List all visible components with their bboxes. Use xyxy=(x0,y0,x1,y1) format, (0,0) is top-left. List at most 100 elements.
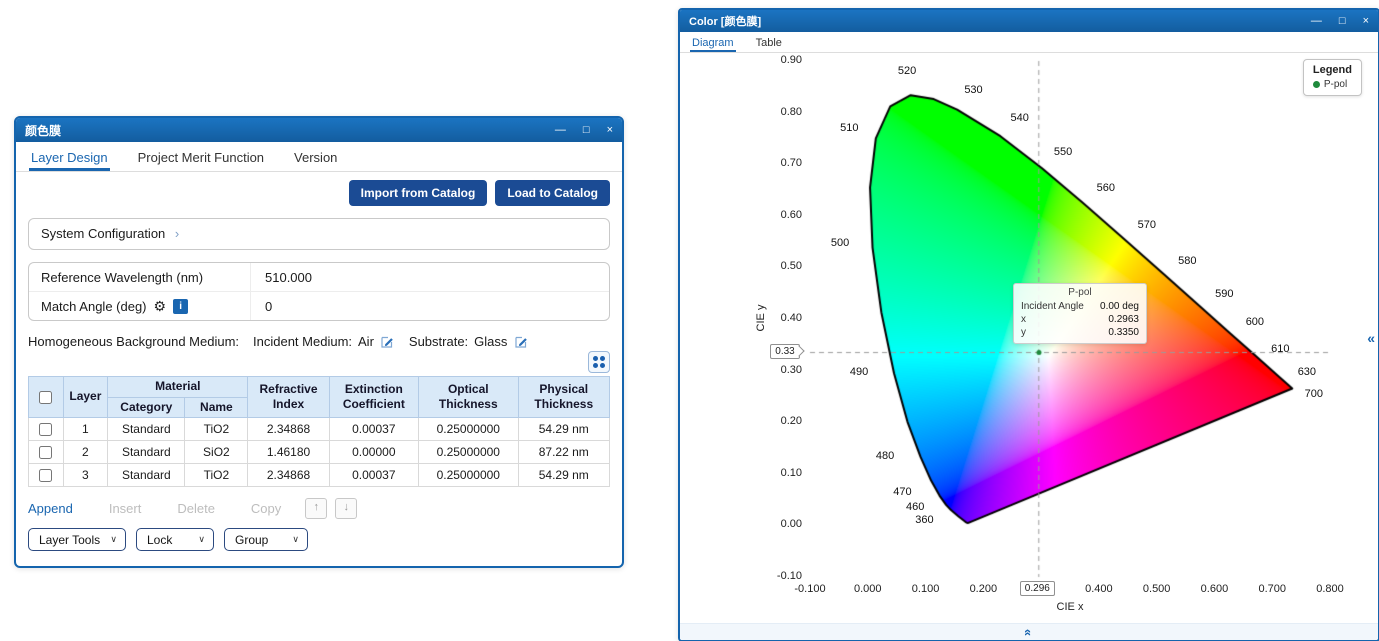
cell-optical-thickness: 0.25000000 xyxy=(419,464,519,487)
row-checkbox-cell xyxy=(29,441,64,464)
wavelength-label: 560 xyxy=(1092,182,1120,194)
layer-table-header: Layer Material Refractive Index Extincti… xyxy=(29,377,610,418)
row-checkbox-cell xyxy=(29,464,64,487)
tab-table[interactable]: Table xyxy=(754,32,784,52)
x-tick-label: 0.800 xyxy=(1308,583,1352,595)
cell-refractive-index: 1.46180 xyxy=(248,441,329,464)
right-window-title: Color [颜色膜] xyxy=(689,13,761,29)
gear-icon[interactable]: ⚙ xyxy=(154,299,167,313)
x-tick-label: 0.700 xyxy=(1250,583,1294,595)
reference-wavelength-label: Reference Wavelength (nm) xyxy=(29,263,251,291)
wavelength-label: 470 xyxy=(888,486,916,498)
table-row: 1StandardTiO22.348680.000370.2500000054.… xyxy=(29,418,610,441)
incident-medium-label: Incident Medium: xyxy=(253,334,352,349)
reference-wavelength-value[interactable]: 510.000 xyxy=(251,270,609,285)
minimize-icon[interactable]: — xyxy=(555,125,566,136)
wavelength-label: 360 xyxy=(910,514,938,526)
y-tick-label: 0.30 xyxy=(764,364,802,376)
wavelength-label: 540 xyxy=(1006,112,1034,124)
cell-category: Standard xyxy=(108,441,185,464)
tooltip-title: P-pol xyxy=(1021,287,1139,298)
append-button[interactable]: Append xyxy=(28,501,73,516)
x-crosshair-box[interactable]: 0.296 xyxy=(1020,581,1055,596)
cell-refractive-index: 2.34868 xyxy=(248,464,329,487)
table-display-options-icon[interactable] xyxy=(588,351,610,373)
y-tick-label: 0.80 xyxy=(764,106,802,118)
row-checkbox[interactable] xyxy=(39,423,52,436)
import-from-catalog-button[interactable]: Import from Catalog xyxy=(349,180,488,206)
incident-medium-value: Air xyxy=(358,334,374,349)
system-configuration-label: System Configuration xyxy=(41,226,165,241)
layer-tools-dropdown[interactable]: Layer Tools ∨ xyxy=(28,528,126,551)
y-crosshair-box[interactable]: 0.33 xyxy=(770,344,800,359)
x-tick-label: 0.000 xyxy=(846,583,890,595)
move-down-icon[interactable]: ↓ xyxy=(335,498,357,519)
right-tab-bar: Diagram Table xyxy=(680,32,1378,53)
tab-layer-design[interactable]: Layer Design xyxy=(29,142,110,171)
cell-layer: 3 xyxy=(63,464,108,487)
chevron-down-icon: ∨ xyxy=(198,534,205,545)
x-tick-label: -0.100 xyxy=(788,583,832,595)
minimize-icon[interactable]: — xyxy=(1311,16,1322,27)
wavelength-label: 520 xyxy=(893,65,921,77)
cell-physical-thickness: 54.29 nm xyxy=(518,464,609,487)
move-up-icon[interactable]: ↑ xyxy=(305,498,327,519)
group-dropdown[interactable]: Group ∨ xyxy=(224,528,308,551)
edit-incident-medium-icon[interactable] xyxy=(380,334,395,349)
wavelength-label: 510 xyxy=(835,122,863,134)
tab-diagram[interactable]: Diagram xyxy=(690,32,736,52)
tab-version[interactable]: Version xyxy=(292,142,339,171)
row-checkbox[interactable] xyxy=(39,469,52,482)
maximize-icon[interactable]: □ xyxy=(583,125,590,136)
wavelength-label: 480 xyxy=(871,450,899,462)
wavelength-label: 550 xyxy=(1049,146,1077,158)
tooltip-value: 0.2963 xyxy=(1108,313,1139,326)
match-angle-label-text: Match Angle (deg) xyxy=(41,299,147,314)
load-to-catalog-button[interactable]: Load to Catalog xyxy=(495,180,610,206)
insert-button[interactable]: Insert xyxy=(109,501,142,516)
match-angle-value[interactable]: 0 xyxy=(251,299,609,314)
row-checkbox[interactable] xyxy=(39,446,52,459)
header-optical-thickness: Optical Thickness xyxy=(419,377,519,418)
y-tick-label: 0.00 xyxy=(764,518,802,530)
select-all-checkbox[interactable] xyxy=(39,391,52,404)
copy-button[interactable]: Copy xyxy=(251,501,281,516)
maximize-icon[interactable]: □ xyxy=(1339,16,1346,27)
edit-substrate-icon[interactable] xyxy=(513,334,528,349)
collapse-panel-icon[interactable]: « xyxy=(1367,330,1375,346)
layer-tools-row: Layer Tools ∨ Lock ∨ Group ∨ xyxy=(28,528,610,551)
cell-optical-thickness: 0.25000000 xyxy=(419,418,519,441)
chevron-right-icon: › xyxy=(175,226,179,241)
lock-label: Lock xyxy=(147,533,172,547)
wavelength-label: 570 xyxy=(1133,219,1161,231)
y-tick-label: 0.10 xyxy=(764,467,802,479)
cell-extinction-coefficient: 0.00000 xyxy=(329,441,418,464)
wavelength-label: 600 xyxy=(1241,316,1269,328)
substrate-value: Glass xyxy=(474,334,507,349)
y-tick-label: 0.40 xyxy=(764,312,802,324)
wavelength-label: 580 xyxy=(1173,255,1201,267)
tooltip-row: x 0.2963 xyxy=(1021,313,1139,326)
legend-series-label: P-pol xyxy=(1324,79,1347,90)
close-icon[interactable]: × xyxy=(607,125,613,136)
tab-project-merit-function[interactable]: Project Merit Function xyxy=(136,142,266,171)
info-icon[interactable]: i xyxy=(173,299,188,314)
wavelength-label: 530 xyxy=(960,84,988,96)
wavelength-label: 630 xyxy=(1293,366,1321,378)
table-row: 3StandardTiO22.348680.000370.2500000054.… xyxy=(29,464,610,487)
match-angle-label: Match Angle (deg) ⚙ i xyxy=(29,292,251,320)
chevron-down-icon: ∨ xyxy=(110,534,117,545)
collapse-up-icon[interactable]: « xyxy=(1022,628,1035,635)
system-configuration-header[interactable]: System Configuration › xyxy=(28,218,610,250)
color-diagram-window: Color [颜色膜] — □ × Diagram Table Legend P… xyxy=(678,8,1379,641)
close-icon[interactable]: × xyxy=(1363,16,1369,27)
wavelength-label: 490 xyxy=(845,366,873,378)
delete-button[interactable]: Delete xyxy=(177,501,215,516)
left-window-title: 颜色膜 xyxy=(25,122,61,139)
left-window-content: Import from Catalog Load to Catalog Syst… xyxy=(16,172,622,566)
row-checkbox-cell xyxy=(29,418,64,441)
lock-dropdown[interactable]: Lock ∨ xyxy=(136,528,214,551)
y-tick-label: 0.70 xyxy=(764,157,802,169)
wavelength-label: 610 xyxy=(1266,343,1294,355)
header-category: Category xyxy=(108,397,185,418)
